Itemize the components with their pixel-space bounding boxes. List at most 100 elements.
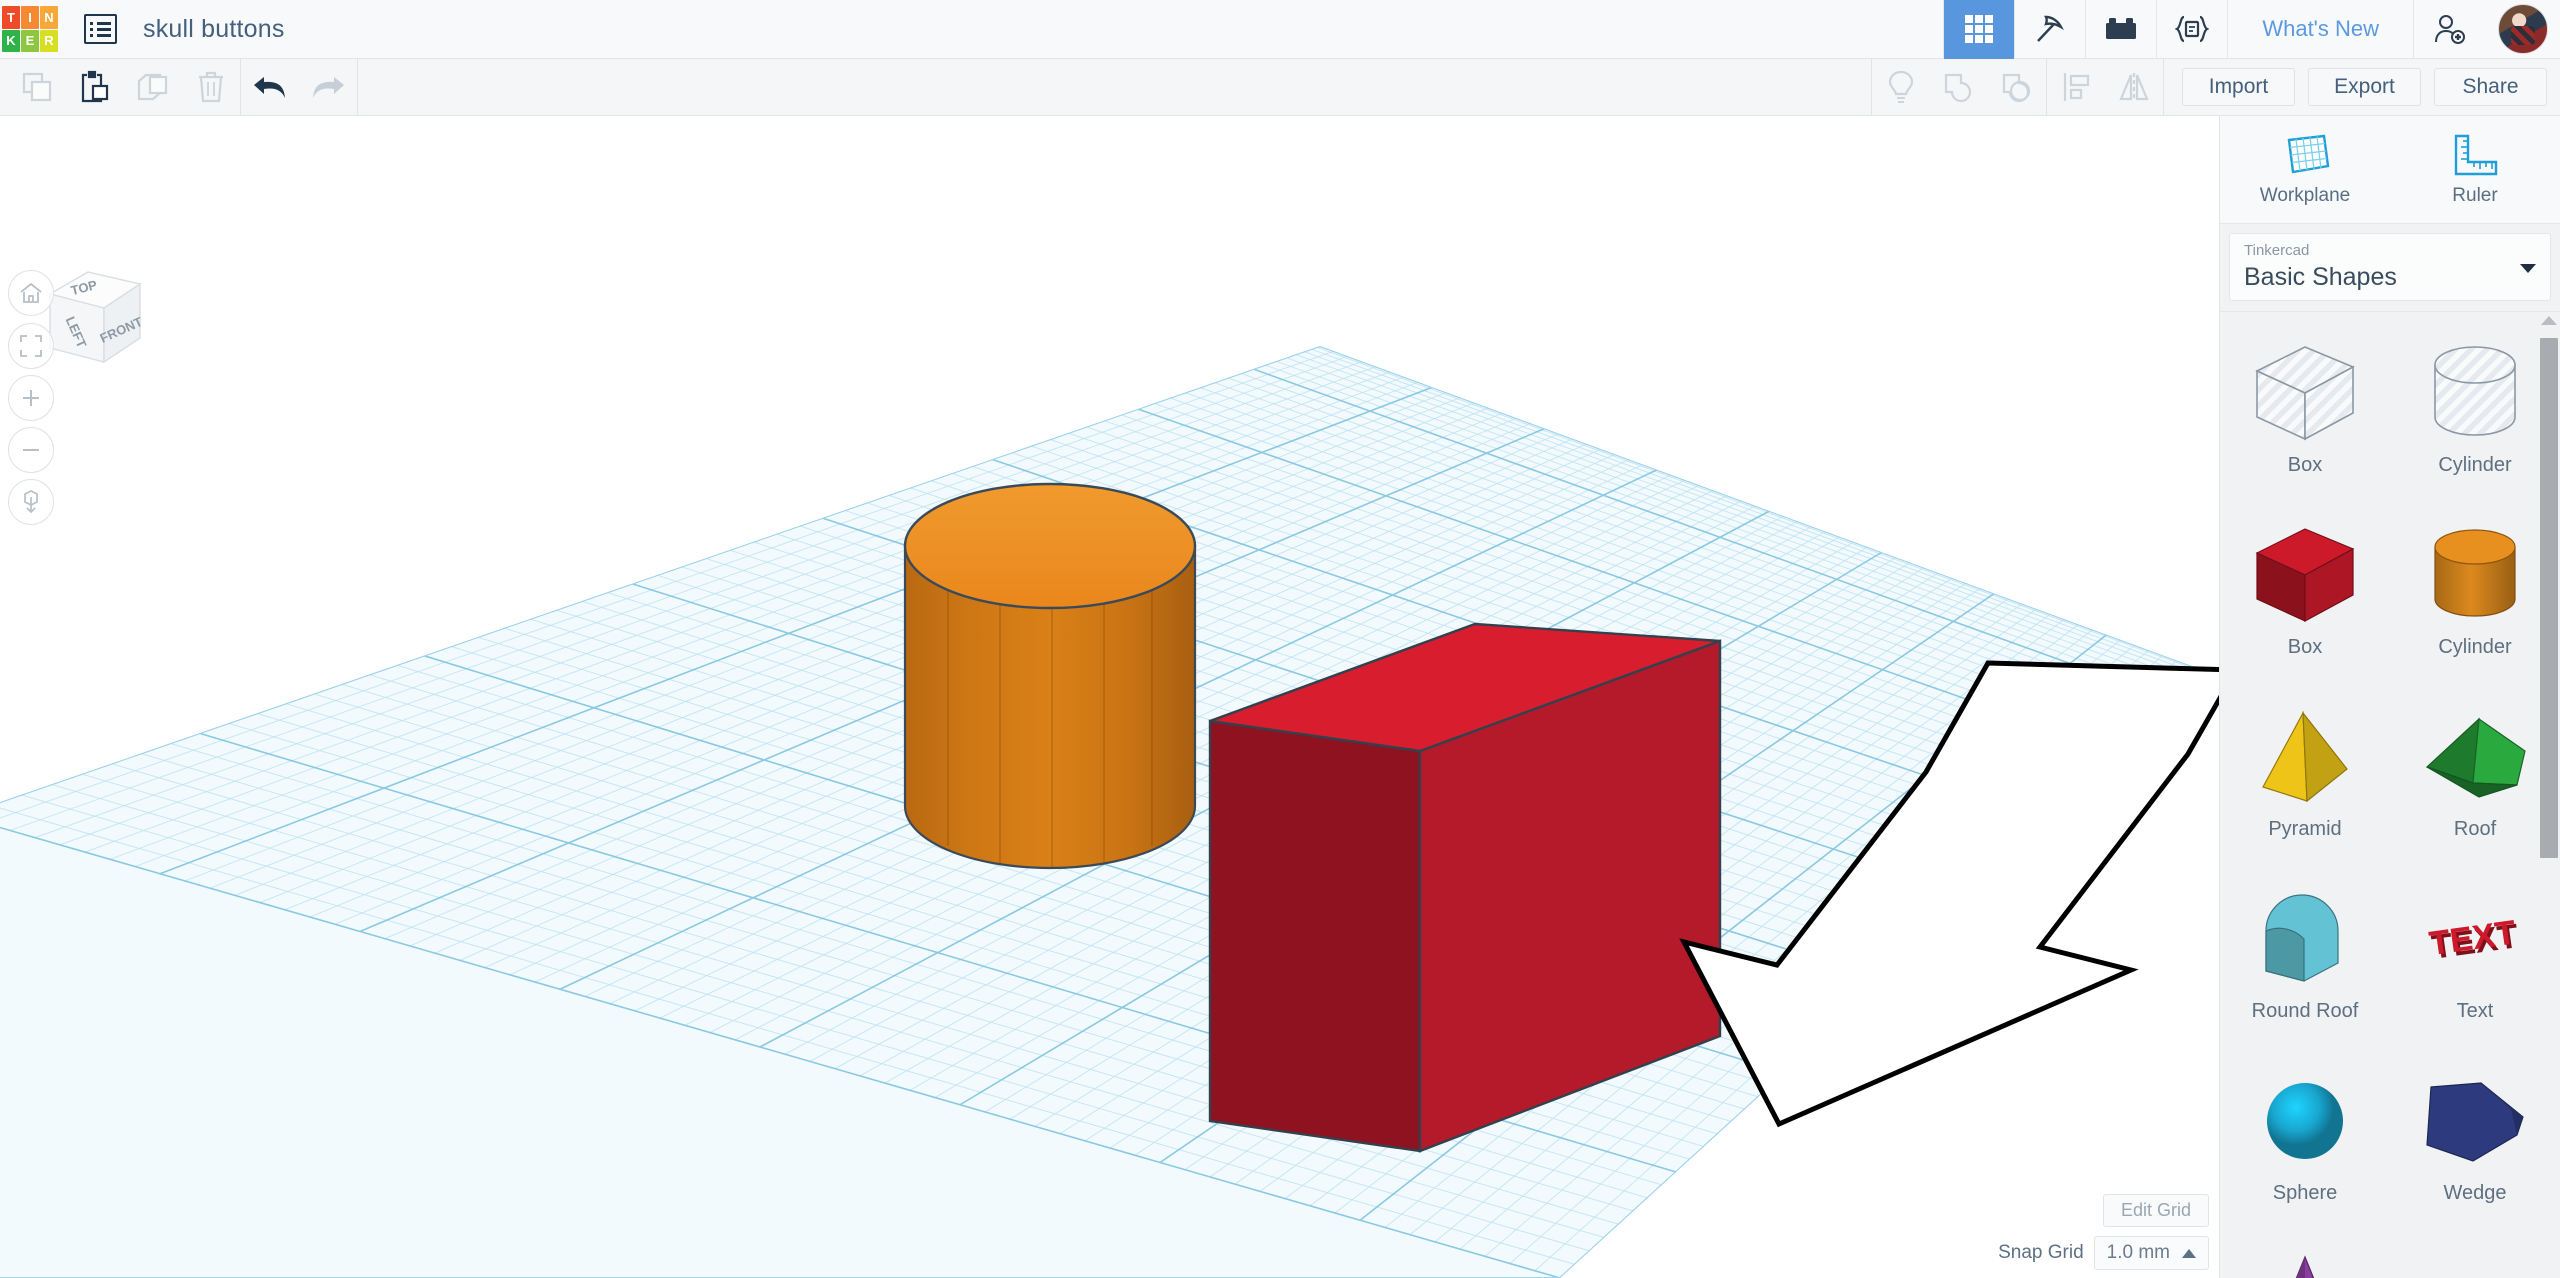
share-button[interactable]: Share [2434,68,2547,106]
text-3d-icon: TEXT TEXT [2411,880,2539,998]
snap-grid-select[interactable]: 1.0 mm [2093,1236,2209,1270]
pyramid-icon [2249,698,2361,816]
logo-tile-r: R [40,29,58,52]
shape-item-label: Text [2456,1000,2494,1022]
paste-icon[interactable] [66,59,124,116]
box-hole-icon [2249,334,2361,452]
avatar[interactable] [2498,4,2548,54]
shape-item-roof[interactable]: Roof [2390,686,2560,862]
logo-tile-k: K [2,29,20,52]
workplane-label: Workplane [2259,185,2351,206]
wedge-icon [2415,1062,2535,1180]
scrollbar-thumb[interactable] [2540,338,2558,858]
shape-item-wedge[interactable]: Wedge [2390,1050,2560,1226]
cone-icon [2250,1244,2360,1278]
shape-item-label: Sphere [2272,1182,2338,1204]
group-icon[interactable] [1930,59,1988,116]
history-tools [241,59,357,116]
zoom-in-button[interactable] [8,375,54,421]
box-solid-icon [2249,516,2361,634]
workplane-grid[interactable] [0,116,2219,1278]
snap-grid-value: 1.0 mm [2106,1242,2170,1263]
shape-library-dropdown[interactable]: Tinkercad Basic Shapes [2229,233,2551,301]
codeblocks-icon[interactable] [2156,0,2227,59]
shape-item-label: Round Roof [2251,1000,2359,1022]
snap-grid-row: Snap Grid 1.0 mm [1998,1236,2209,1270]
fit-all-button[interactable] [8,323,54,369]
ruler-icon [2454,134,2498,176]
copy-icon[interactable] [8,59,66,116]
workplane-icon [2287,134,2330,174]
library-source-label: Tinkercad [2244,242,2310,259]
shape-item-half-sphere[interactable]: Half Sphere [2390,1232,2560,1278]
shape-item-cylinder-hole[interactable]: Cylinder [2390,322,2560,498]
top-header-bar: TINKER skull buttons What's New [0,0,2560,59]
shape-list: Box Cylinder Box Cylinder Pyramid Roof R… [2220,312,2560,1278]
delete-icon[interactable] [182,59,240,116]
edit-toolbar: Import Export Share [0,58,2560,116]
tinkercad-app: TINKER skull buttons What's New Import E… [0,0,2560,1278]
page-title: skull buttons [143,14,285,43]
align-icon[interactable] [2047,59,2105,116]
shape-item-label: Roof [2453,818,2497,840]
half-sphere-icon [2420,1244,2530,1278]
round-roof-icon [2248,880,2362,998]
zoom-out-button[interactable] [8,427,54,473]
shape-item-box-hole[interactable]: Box [2220,322,2390,498]
3d-viewport[interactable]: TOP LEFT FRONT Edit Grid Snap Grid 1.0 m… [0,116,2219,1278]
shape-item-label: Box [2287,454,2323,476]
grid-controls: Edit Grid Snap Grid 1.0 mm [1998,1194,2209,1270]
ungroup-icon[interactable] [1988,59,2046,116]
list-icon[interactable] [84,14,117,44]
whats-new-link[interactable]: What's New [2227,0,2413,59]
logo-tile-e: E [21,29,39,52]
logo-tile-t: T [2,6,20,29]
roof-icon [2417,698,2533,816]
shape-item-pyramid[interactable]: Pyramid [2220,686,2390,862]
undo-icon[interactable] [241,59,299,116]
import-button[interactable]: Import [2182,68,2295,106]
add-person-icon[interactable] [2413,0,2484,59]
sphere-icon [2253,1062,2357,1180]
ruler-tool[interactable]: Ruler [2390,116,2560,223]
grid-apps-icon[interactable] [1943,0,2015,59]
cylinder-solid-icon [2421,516,2529,634]
shape-item-cylinder-solid[interactable]: Cylinder [2390,504,2560,680]
panel-scrollbar[interactable] [2538,312,2560,1278]
duplicate-icon[interactable] [124,59,182,116]
workplane-tool[interactable]: Workplane [2220,116,2390,223]
shape-item-label: Cylinder [2438,454,2512,476]
panel-tools: Workplane Ruler [2220,116,2560,224]
shape-item-box-solid[interactable]: Box [2220,504,2390,680]
chevron-up-icon [2182,1248,2196,1258]
object-tools [1872,58,2163,116]
shape-item-sphere[interactable]: Sphere [2220,1050,2390,1226]
scroll-up-arrow-icon[interactable] [2541,316,2557,325]
shape-item-text-3d[interactable]: TEXT TEXT Text [2390,868,2560,1044]
mirror-icon[interactable] [2105,59,2163,116]
home-view-button[interactable] [8,270,54,316]
shape-item-cone[interactable]: Cone [2220,1232,2390,1278]
lightbulb-icon[interactable] [1872,59,1930,116]
fit-selection-button[interactable] [8,479,54,525]
redo-icon[interactable] [299,59,357,116]
lego-brick-icon[interactable] [2085,0,2156,59]
library-value: Basic Shapes [2244,262,2397,291]
shape-item-round-roof[interactable]: Round Roof [2220,868,2390,1044]
shape-item-label: Wedge [2443,1182,2507,1204]
snap-grid-label: Snap Grid [1998,1242,2084,1263]
toolbar-divider-2 [357,58,358,116]
chevron-down-icon [2520,264,2536,273]
export-button[interactable]: Export [2308,68,2421,106]
tinkercad-logo[interactable]: TINKER [2,6,58,52]
logo-tile-i: I [21,6,39,29]
minecraft-pickaxe-icon[interactable] [2014,0,2085,59]
edit-grid-button[interactable]: Edit Grid [2102,1194,2209,1227]
shape-item-label: Pyramid [2268,818,2342,840]
header-actions: What's New [1943,0,2560,59]
clipboard-tools [0,59,240,116]
shape-item-label: Box [2287,636,2323,658]
shapes-panel: Workplane Ruler Tinkercad Basic Shapes B… [2219,116,2560,1278]
library-dropdown-wrap: Tinkercad Basic Shapes [2220,224,2560,311]
ruler-label: Ruler [2452,185,2498,206]
